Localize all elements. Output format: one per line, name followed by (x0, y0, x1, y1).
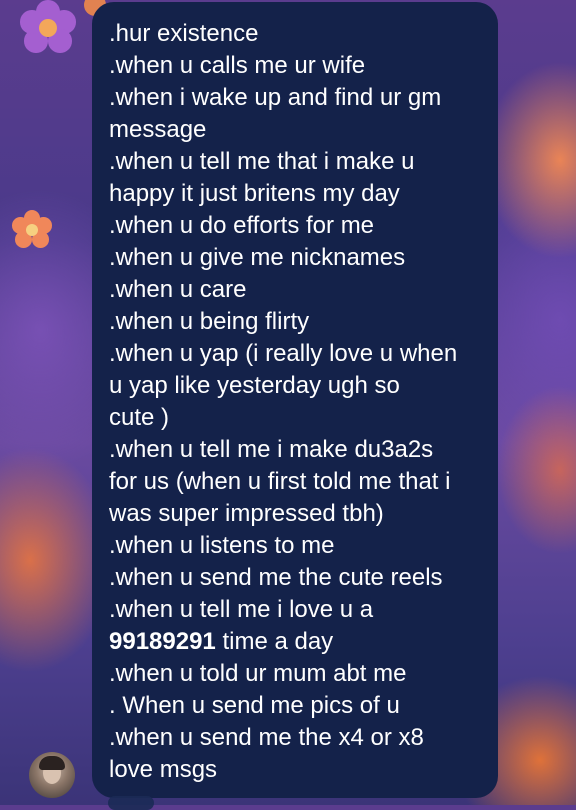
message-line: .when u send me the cute reels (109, 564, 443, 591)
message-line: .when u care (109, 276, 247, 303)
message-line: .when u tell me i make du3a2s (109, 436, 434, 463)
message-line: happy it just britens my day (109, 180, 400, 207)
message-line: .when u yap (i really love u when (109, 340, 458, 367)
message-line: .when u do efforts for me (109, 212, 375, 239)
message-line: .when i wake up and find ur gm (109, 84, 442, 111)
message-line: .when u tell me that i make u (109, 148, 415, 175)
message-line: for us (when u first told me that i (109, 468, 451, 495)
flower-icon (12, 210, 52, 250)
message-line: u yap like yesterday ugh so (109, 372, 400, 399)
message-line: .when u send me the x4 or x8 (109, 724, 424, 751)
flower-icon (20, 0, 76, 56)
message-line: 99189291 time a day (109, 626, 484, 658)
bold-number: 99189291 (109, 628, 216, 655)
message-line-suffix: time a day (215, 628, 334, 655)
message-line: . When u send me pics of u (109, 692, 400, 719)
next-message-edge (108, 796, 154, 810)
message-line: .when u being flirty (109, 308, 310, 335)
message-line: was super impressed tbh) (109, 500, 384, 527)
message-line: love msgs (109, 756, 218, 783)
avatar[interactable] (29, 752, 75, 798)
message-bubble[interactable]: .hur existence .when u calls me ur wife … (92, 2, 498, 798)
avatar-hair (39, 756, 65, 770)
message-line: message (109, 116, 207, 143)
message-line: .when u told ur mum abt me (109, 660, 407, 687)
message-line: .hur existence (109, 20, 259, 47)
message-line: .when u tell me i love u a (109, 596, 374, 623)
message-line: .when u calls me ur wife (109, 52, 366, 79)
message-line: cute ) (109, 404, 170, 431)
message-line: .when u give me nicknames (109, 244, 406, 271)
message-line: .when u listens to me (109, 532, 335, 559)
